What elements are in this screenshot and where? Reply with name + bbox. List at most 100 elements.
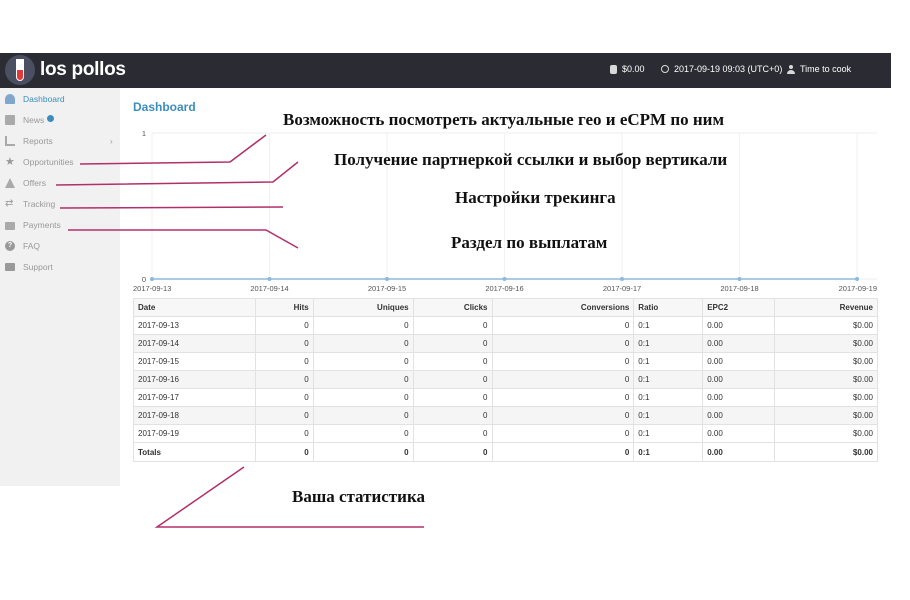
sidebar-item-label: FAQ bbox=[23, 241, 41, 251]
sidebar-item-faq[interactable]: ? FAQ bbox=[0, 236, 120, 256]
sidebar-item-news[interactable]: News bbox=[0, 110, 120, 130]
exchange-icon: ⇄ bbox=[5, 198, 14, 209]
sidebar-item-offers[interactable]: Offers bbox=[0, 173, 120, 193]
cell-ratio: 0:1 bbox=[633, 370, 704, 389]
cell-uniques: 0 bbox=[312, 388, 414, 407]
column-header-conversions[interactable]: Conversions bbox=[491, 298, 635, 317]
table-row: 2017-09-18 0 0 0 0 0:1 0.00 $0.00 bbox=[133, 406, 878, 425]
x-tick-label: 2017-09-15 bbox=[368, 284, 406, 293]
cell-conversions: 0 bbox=[491, 316, 635, 335]
table-header-row: Date Hits Uniques Clicks Conversions Rat… bbox=[133, 298, 878, 317]
table-row: 2017-09-13 0 0 0 0 0:1 0.00 $0.00 bbox=[133, 316, 878, 335]
table-row: 2017-09-14 0 0 0 0 0:1 0.00 $0.00 bbox=[133, 334, 878, 353]
sidebar-item-dashboard[interactable]: Dashboard bbox=[0, 89, 120, 109]
dashboard-icon bbox=[5, 94, 15, 104]
cell-revenue: $0.00 bbox=[774, 406, 878, 425]
data-point bbox=[267, 277, 272, 281]
cell-date: 2017-09-16 bbox=[133, 370, 256, 389]
cell-conversions: 0 bbox=[491, 442, 635, 462]
cell-revenue: $0.00 bbox=[774, 424, 878, 443]
cell-uniques: 0 bbox=[312, 424, 414, 443]
column-header-date[interactable]: Date bbox=[133, 298, 256, 317]
column-header-hits[interactable]: Hits bbox=[254, 298, 314, 317]
top-bar: los pollos $0.00 2017-09-19 09:03 (UTC+0… bbox=[0, 53, 891, 88]
sidebar-item-label: Dashboard bbox=[23, 94, 65, 104]
data-point bbox=[855, 277, 859, 281]
cell-epc2: 0.00 bbox=[702, 424, 776, 443]
wallet-icon bbox=[610, 64, 617, 74]
cell-hits: 0 bbox=[254, 334, 314, 353]
column-header-uniques[interactable]: Uniques bbox=[312, 298, 414, 317]
sidebar-item-label: Tracking bbox=[23, 199, 56, 209]
cell-epc2: 0.00 bbox=[702, 334, 776, 353]
table-row: 2017-09-16 0 0 0 0 0:1 0.00 $0.00 bbox=[133, 370, 878, 389]
sidebar-item-label: Reports bbox=[23, 136, 53, 146]
sidebar-item-payments[interactable]: Payments bbox=[0, 215, 120, 235]
table-body: 2017-09-13 0 0 0 0 0:1 0.00 $0.00 2017-09-14 0 0 0 0… bbox=[133, 316, 878, 462]
bar-chart-icon bbox=[5, 136, 15, 146]
column-header-ratio[interactable]: Ratio bbox=[633, 298, 704, 317]
cell-clicks: 0 bbox=[412, 316, 493, 335]
datetime-display: 2017-09-19 09:03 (UTC+0) bbox=[661, 64, 782, 74]
cell-clicks: 0 bbox=[412, 424, 493, 443]
info-badge-icon bbox=[47, 115, 55, 122]
y-tick-label: 0 bbox=[142, 275, 146, 284]
test-tube-liquid bbox=[17, 70, 23, 80]
data-point bbox=[620, 277, 624, 281]
x-tick-label: 2017-09-19 bbox=[839, 284, 877, 293]
daily-stats-chart: 0 1 2017-09-13 2017-09-14 2017-09-15 2017-09-… bbox=[133, 129, 877, 293]
column-header-revenue[interactable]: Revenue bbox=[774, 298, 878, 317]
cell-epc2: 0.00 bbox=[702, 388, 776, 407]
cell-revenue: $0.00 bbox=[774, 370, 878, 389]
sidebar-item-opportunities[interactable]: ★ Opportunities bbox=[0, 152, 120, 172]
sidebar-item-tracking[interactable]: ⇄ Tracking bbox=[0, 194, 120, 214]
annotation-tracking: Настройки трекинга bbox=[455, 188, 616, 207]
cell-uniques: 0 bbox=[312, 406, 414, 425]
cell-clicks: 0 bbox=[412, 352, 493, 371]
table-row: 2017-09-15 0 0 0 0 0:1 0.00 $0.00 bbox=[133, 352, 878, 371]
balance-value: $0.00 bbox=[622, 64, 645, 74]
cell-date: 2017-09-17 bbox=[133, 388, 256, 407]
cell-epc2: 0.00 bbox=[702, 406, 776, 425]
cell-revenue: $0.00 bbox=[774, 334, 878, 353]
x-tick-label: 2017-09-14 bbox=[250, 284, 288, 293]
cell-uniques: 0 bbox=[312, 442, 414, 462]
data-point bbox=[150, 277, 154, 281]
annotation-offers: Получение партнеркой ссылки и выбор верт… bbox=[334, 150, 728, 169]
sidebar: Dashboard News Reports › ★ Opportunities… bbox=[0, 88, 120, 486]
cell-conversions: 0 bbox=[491, 388, 635, 407]
user-menu[interactable]: Time to cook bbox=[787, 64, 851, 74]
cell-hits: 0 bbox=[254, 442, 314, 462]
cell-clicks: 0 bbox=[412, 334, 493, 353]
data-point bbox=[385, 277, 389, 281]
star-icon: ★ bbox=[5, 156, 15, 168]
sidebar-item-label: Payments bbox=[23, 220, 61, 230]
data-point bbox=[737, 277, 742, 281]
cell-revenue: $0.00 bbox=[774, 442, 878, 462]
cell-revenue: $0.00 bbox=[774, 316, 878, 335]
page-title: Dashboard bbox=[133, 100, 196, 114]
logo-text[interactable]: los pollos bbox=[40, 59, 126, 81]
cell-conversions: 0 bbox=[491, 334, 635, 353]
annotation-statistics: Ваша статистика bbox=[292, 487, 425, 506]
sidebar-item-label: Offers bbox=[23, 178, 46, 188]
cell-date: 2017-09-14 bbox=[133, 334, 256, 353]
cell-revenue: $0.00 bbox=[774, 352, 878, 371]
sidebar-item-reports[interactable]: Reports › bbox=[0, 131, 120, 151]
cell-clicks: 0 bbox=[412, 442, 493, 462]
column-header-epc2[interactable]: EPC2 bbox=[702, 298, 776, 317]
cell-ratio: 0:1 bbox=[633, 442, 704, 462]
cell-ratio: 0:1 bbox=[633, 388, 704, 407]
cell-clicks: 0 bbox=[412, 370, 493, 389]
balance-display[interactable]: $0.00 bbox=[610, 64, 645, 74]
cell-date: 2017-09-13 bbox=[133, 316, 256, 335]
sidebar-item-support[interactable]: Support bbox=[0, 257, 120, 277]
question-circle-icon: ? bbox=[5, 241, 15, 251]
cell-ratio: 0:1 bbox=[633, 352, 704, 371]
cell-hits: 0 bbox=[254, 316, 314, 335]
newspaper-icon bbox=[5, 115, 15, 125]
cell-hits: 0 bbox=[254, 370, 314, 389]
column-header-clicks[interactable]: Clicks bbox=[412, 298, 493, 317]
cell-conversions: 0 bbox=[491, 352, 635, 371]
table-row: 2017-09-17 0 0 0 0 0:1 0.00 $0.00 bbox=[133, 388, 878, 407]
